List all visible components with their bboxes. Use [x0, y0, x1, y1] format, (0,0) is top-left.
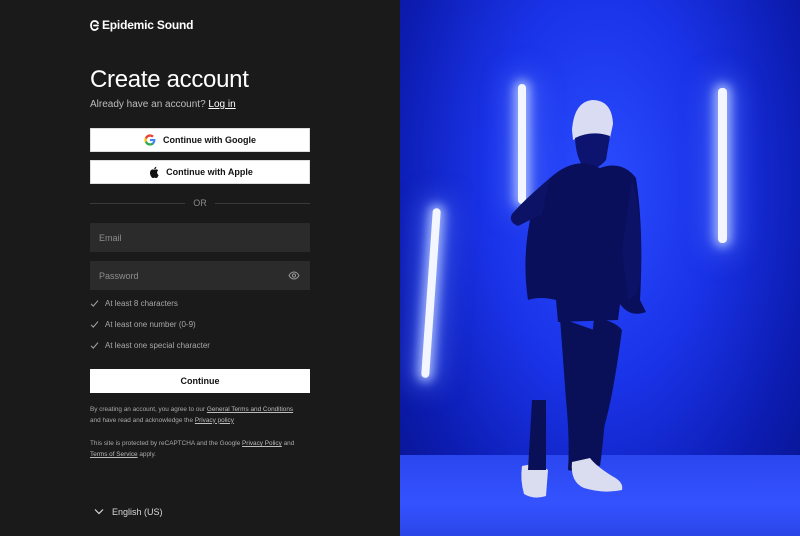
terms-middle: and have read and acknowledge the [90, 416, 194, 424]
continue-with-google-button[interactable]: Continue with Google [90, 128, 310, 152]
email-input[interactable] [99, 232, 301, 243]
password-rule: At least one number (0-9) [90, 320, 196, 329]
eye-icon[interactable] [287, 271, 301, 281]
check-icon [90, 320, 99, 329]
login-prompt: Already have an account? Log in [90, 99, 236, 110]
hero-photo [400, 0, 800, 536]
recaptcha-and: and [283, 440, 295, 447]
divider-line-left [90, 202, 186, 204]
password-input[interactable] [99, 270, 287, 281]
password-rule: At least 8 characters [90, 299, 178, 308]
brand-name: Epidemic Sound [102, 18, 194, 32]
google-icon [144, 134, 156, 146]
divider-line-right [214, 202, 310, 204]
password-rule-label: At least one number (0-9) [105, 320, 196, 329]
google-privacy-link[interactable]: Privacy Policy [242, 440, 282, 447]
performer-figure [510, 100, 646, 498]
page-title: Create account [90, 66, 249, 93]
check-icon [90, 299, 99, 308]
check-icon [90, 341, 99, 350]
terms-notice: By creating an account, you agree to our… [90, 405, 320, 426]
apple-button-label: Continue with Apple [166, 167, 253, 177]
login-prompt-text: Already have an account? [90, 99, 206, 110]
password-rule-label: At least 8 characters [105, 299, 178, 308]
google-button-label: Continue with Google [163, 135, 256, 145]
language-label: English (US) [112, 507, 163, 517]
epidemic-logo-icon [90, 19, 99, 31]
google-terms-link[interactable]: Terms of Service [90, 451, 138, 458]
privacy-policy-link[interactable]: Privacy policy [195, 417, 234, 424]
brand-logo[interactable]: Epidemic Sound [90, 18, 193, 32]
continue-button[interactable]: Continue [90, 369, 310, 393]
login-link[interactable]: Log in [208, 99, 235, 110]
or-divider: OR [90, 198, 310, 208]
recaptcha-notice: This site is protected by reCAPTCHA and … [90, 439, 320, 460]
general-terms-link[interactable]: General Terms and Conditions [207, 406, 293, 413]
password-field[interactable] [90, 261, 310, 290]
continue-with-apple-button[interactable]: Continue with Apple [90, 160, 310, 184]
recaptcha-suffix: apply. [139, 450, 156, 458]
recaptcha-prefix: This site is protected by reCAPTCHA and … [90, 440, 241, 447]
password-rule-label: At least one special character [105, 341, 210, 350]
password-rule: At least one special character [90, 341, 210, 350]
terms-prefix: By creating an account, you agree to our [90, 406, 206, 413]
email-field[interactable] [90, 223, 310, 252]
or-label: OR [193, 198, 207, 208]
language-selector[interactable]: English (US) [94, 507, 163, 517]
chevron-down-icon [94, 507, 104, 517]
apple-icon [147, 166, 159, 178]
signup-panel: Epidemic Sound Create account Already ha… [0, 0, 400, 536]
